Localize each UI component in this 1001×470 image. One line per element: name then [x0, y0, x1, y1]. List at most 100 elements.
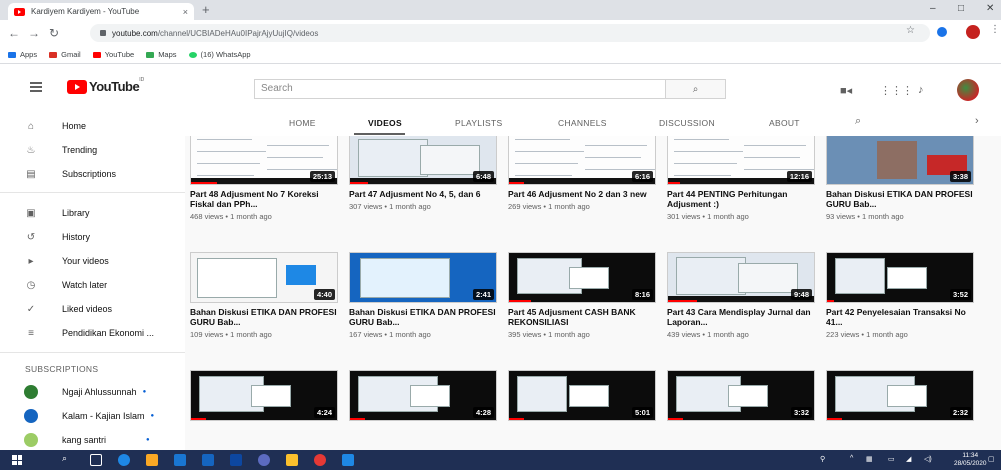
- video-thumbnail[interactable]: 4:40: [190, 252, 338, 303]
- tab-close-icon[interactable]: ×: [183, 7, 188, 17]
- video-thumbnail[interactable]: 4:28: [349, 370, 497, 421]
- video-card[interactable]: 9:48 Part 43 Cara Mendisplay Jurnal dan L…: [667, 252, 815, 339]
- taskbar-clock[interactable]: 11:34 28/05/2020: [954, 452, 987, 468]
- video-thumbnail[interactable]: 4:24: [190, 370, 338, 421]
- search-button[interactable]: ⌕: [665, 80, 725, 98]
- video-title[interactable]: Part 43 Cara Mendisplay Jurnal dan Lapor…: [667, 307, 815, 327]
- app-icon[interactable]: [314, 454, 326, 466]
- word-icon[interactable]: [286, 454, 298, 466]
- video-card[interactable]: 3:52 Part 42 Penyelesaian Transaksi No 41…: [826, 252, 974, 339]
- video-thumbnail[interactable]: 6:48: [349, 136, 497, 185]
- chevron-right-icon[interactable]: ›: [975, 115, 979, 127]
- bookmark-youtube[interactable]: YouTube: [92, 50, 134, 59]
- video-card[interactable]: 4:24: [190, 370, 338, 421]
- bookmark-star-icon[interactable]: ☆: [906, 25, 915, 36]
- sidebar-subscription[interactable]: kang santri ●: [0, 428, 185, 452]
- video-thumbnail[interactable]: 3:52: [826, 252, 974, 303]
- video-thumbnail[interactable]: 6:16: [508, 136, 656, 185]
- tab-videos[interactable]: VIDEOS: [368, 118, 402, 128]
- tab-about[interactable]: ABOUT: [769, 118, 800, 128]
- video-card[interactable]: 8:16 Part 45 Adjusment CASH BANK REKONSIL…: [508, 252, 656, 339]
- sidebar-subscription[interactable]: Kalam - Kajian Islam ●: [0, 404, 185, 428]
- store-icon[interactable]: [174, 454, 186, 466]
- file-explorer-icon[interactable]: [146, 454, 158, 466]
- bookmark-gmail[interactable]: Gmail: [49, 50, 81, 59]
- photos-icon[interactable]: [230, 454, 242, 466]
- video-thumbnail[interactable]: 3:38: [826, 136, 974, 185]
- search-icon[interactable]: ⌕: [62, 453, 74, 465]
- sidebar-item-watch-later[interactable]: ◷ Watch later: [0, 273, 185, 297]
- tab-discussion[interactable]: DISCUSSION: [659, 118, 715, 128]
- network-icon[interactable]: ▦: [866, 455, 873, 463]
- bookmark-maps[interactable]: Maps: [146, 50, 177, 59]
- video-card[interactable]: 6:16 Part 46 Adjusment No 2 dan 3 new 269 …: [508, 136, 656, 211]
- video-card[interactable]: 3:32: [667, 370, 815, 421]
- video-thumbnail[interactable]: 8:16: [508, 252, 656, 303]
- channel-search-icon[interactable]: ⌕: [855, 115, 861, 128]
- tab-playlists[interactable]: PLAYLISTS: [455, 118, 502, 128]
- video-thumbnail[interactable]: 25:13: [190, 136, 338, 185]
- windows-start-icon[interactable]: [12, 455, 22, 465]
- video-title[interactable]: Part 44 PENTING Perhitungan Adjusment :): [667, 189, 815, 209]
- browser-tab[interactable]: Kardiyem Kardiyem - YouTube ×: [8, 3, 194, 20]
- sidebar-item-subscriptions[interactable]: ▤ Subscriptions: [0, 162, 185, 186]
- video-thumbnail[interactable]: 9:48: [667, 252, 815, 303]
- sidebar-item-playlist[interactable]: ≡ Pendidikan Ekonomi ...: [0, 321, 185, 345]
- tab-channels[interactable]: CHANNELS: [558, 118, 607, 128]
- new-tab-button[interactable]: +: [202, 3, 210, 17]
- battery-icon[interactable]: ▭: [888, 455, 895, 463]
- video-thumbnail[interactable]: 12:16: [667, 136, 815, 185]
- sidebar-subscription[interactable]: Ngaji Ahlussunnah ●: [0, 380, 185, 404]
- video-title[interactable]: Part 48 Adjusment No 7 Koreksi Fiskal da…: [190, 189, 338, 209]
- video-title[interactable]: Part 46 Adjusment No 2 dan 3 new: [508, 189, 656, 199]
- wifi-icon[interactable]: ◢: [906, 455, 911, 463]
- youtube-logo[interactable]: YouTube ID: [67, 77, 144, 94]
- apps-grid-icon[interactable]: ⋮⋮⋮: [880, 84, 913, 97]
- extension-icon[interactable]: [937, 27, 947, 37]
- bell-icon[interactable]: ♪: [918, 84, 924, 96]
- address-bar[interactable]: youtube.com /channel/UCBIADeHAu0IPajrAjy…: [90, 24, 930, 42]
- video-thumbnail[interactable]: 2:32: [826, 370, 974, 421]
- video-card[interactable]: 4:28: [349, 370, 497, 421]
- maximize-button[interactable]: □: [958, 3, 964, 14]
- video-card[interactable]: 6:48 Part 47 Adjusment No 4, 5, dan 6 307 …: [349, 136, 497, 211]
- task-view-icon[interactable]: [90, 454, 102, 466]
- people-icon[interactable]: ⚲: [820, 455, 825, 463]
- search-input[interactable]: Search: [255, 80, 665, 98]
- video-card[interactable]: 12:16 Part 44 PENTING Perhitungan Adjusme…: [667, 136, 815, 221]
- back-arrow-icon[interactable]: ←: [4, 26, 24, 40]
- app-icon[interactable]: [342, 454, 354, 466]
- bookmark-whatsapp[interactable]: (16) WhatsApp: [188, 50, 251, 59]
- chrome-icon[interactable]: [258, 454, 270, 466]
- notification-icon[interactable]: ▢: [988, 455, 995, 463]
- video-card[interactable]: 2:41 Bahan Diskusi ETIKA DAN PROFESI GURU…: [349, 252, 497, 339]
- volume-icon[interactable]: ◁): [924, 455, 932, 463]
- video-title[interactable]: Bahan Diskusi ETIKA DAN PROFESI GURU Bab…: [190, 307, 338, 327]
- browser-menu-icon[interactable]: ⋮: [990, 24, 1000, 35]
- tab-home[interactable]: HOME: [289, 118, 316, 128]
- video-card[interactable]: 25:13 Part 48 Adjusment No 7 Koreksi Fisk…: [190, 136, 338, 221]
- video-card[interactable]: 4:40 Bahan Diskusi ETIKA DAN PROFESI GURU…: [190, 252, 338, 339]
- sidebar-item-history[interactable]: ↺ History: [0, 225, 185, 249]
- sidebar-item-trending[interactable]: ♨ Trending: [0, 138, 185, 162]
- forward-arrow-icon[interactable]: →: [24, 26, 44, 40]
- reload-icon[interactable]: ↻: [44, 26, 64, 40]
- avatar[interactable]: [957, 79, 979, 101]
- video-card[interactable]: 3:38 Bahan Diskusi ETIKA DAN PROFESI GURU…: [826, 136, 974, 221]
- video-title[interactable]: Bahan Diskusi ETIKA DAN PROFESI GURU Bab…: [349, 307, 497, 327]
- video-thumbnail[interactable]: 2:41: [349, 252, 497, 303]
- video-title[interactable]: Bahan Diskusi ETIKA DAN PROFESI GURU Bab…: [826, 189, 974, 209]
- minimize-button[interactable]: –: [930, 3, 936, 14]
- video-title[interactable]: Part 47 Adjusment No 4, 5, dan 6: [349, 189, 497, 199]
- menu-hamburger-icon[interactable]: [30, 82, 42, 94]
- video-thumbnail[interactable]: 3:32: [667, 370, 815, 421]
- video-camera-icon[interactable]: ■◂: [840, 84, 852, 97]
- tray-chevron-icon[interactable]: ^: [850, 455, 853, 462]
- edge-icon[interactable]: [118, 454, 130, 466]
- mail-icon[interactable]: [202, 454, 214, 466]
- video-card[interactable]: 2:32: [826, 370, 974, 421]
- browser-profile-icon[interactable]: [966, 25, 980, 39]
- video-card[interactable]: 5:01: [508, 370, 656, 421]
- video-title[interactable]: Part 45 Adjusment CASH BANK REKONSILIASI: [508, 307, 656, 327]
- sidebar-item-library[interactable]: ▣ Library: [0, 201, 185, 225]
